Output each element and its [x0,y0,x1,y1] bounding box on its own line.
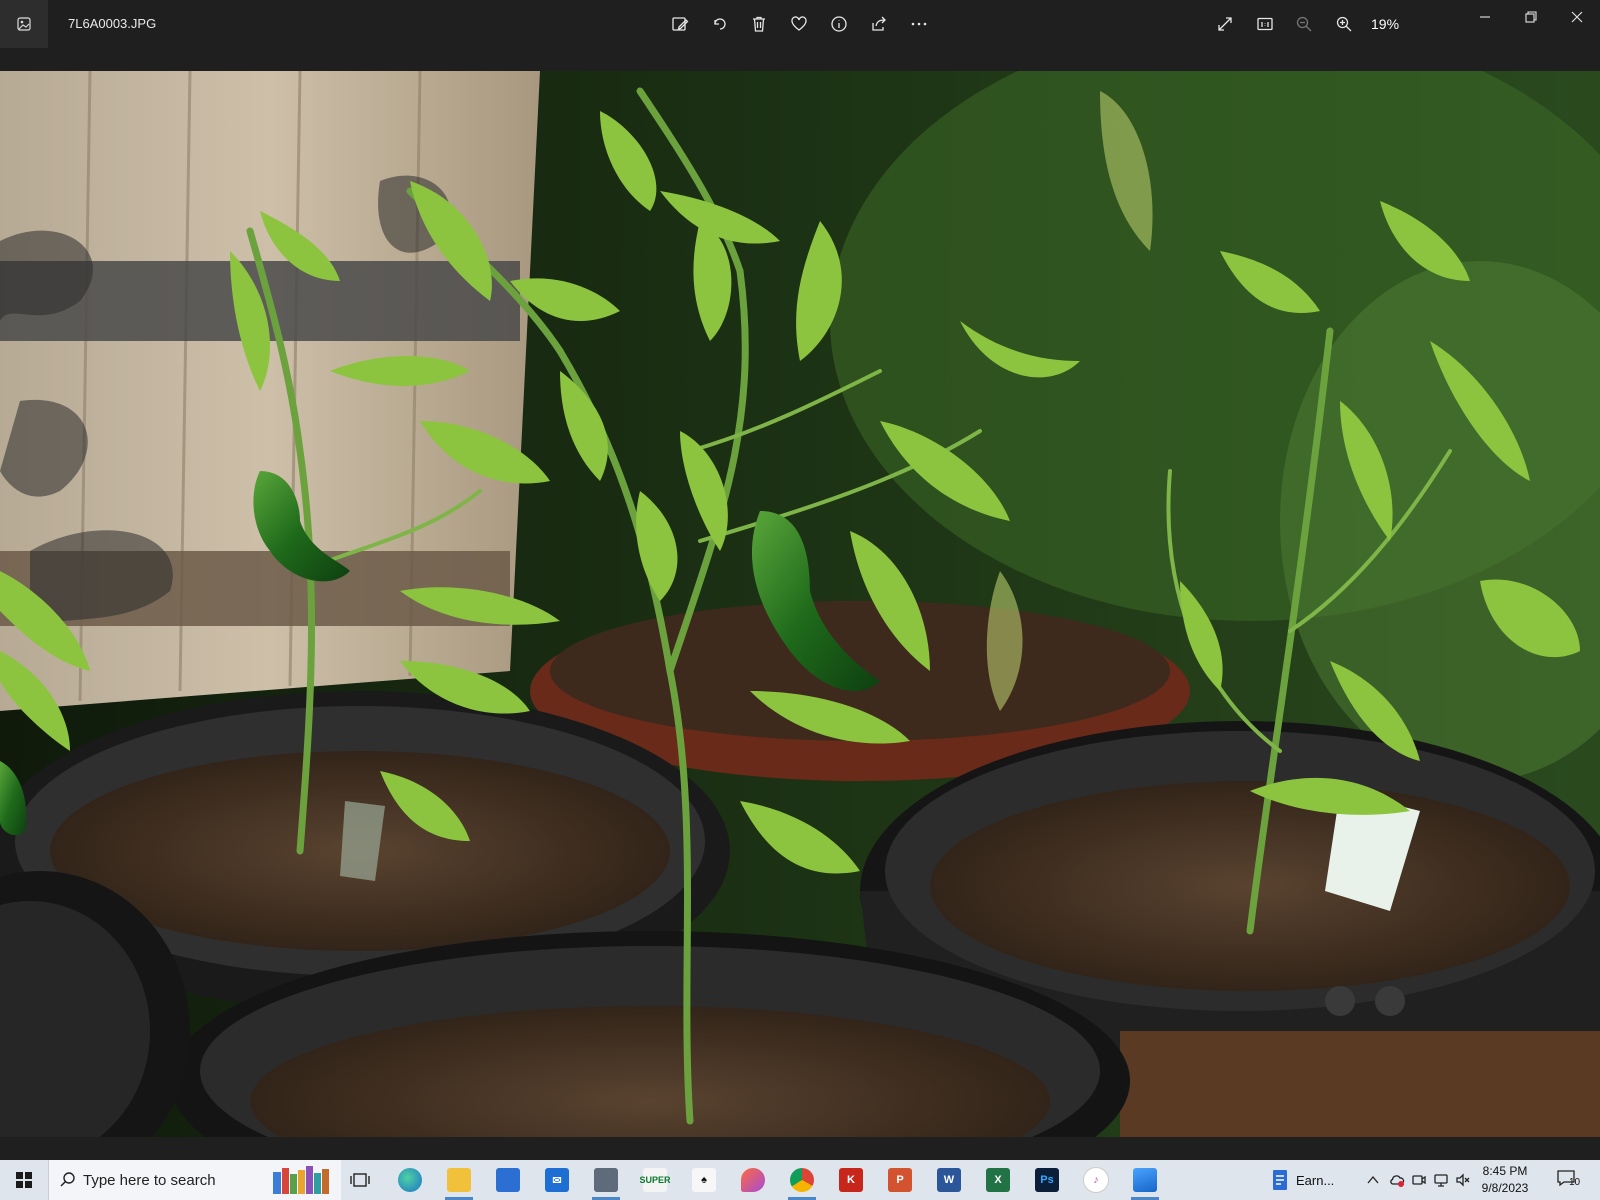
network-icon [1434,1174,1448,1187]
edge-icon [398,1168,422,1192]
info-icon [831,16,847,32]
notification-count: 10 [1569,1177,1581,1188]
restore-icon [1525,11,1537,23]
tray-network[interactable] [1432,1170,1450,1190]
search-highlight-books-icon [273,1166,329,1194]
super-app-icon: SUPER [640,1168,671,1192]
taskbar-word[interactable]: W [929,1164,969,1196]
taskbar-photos[interactable] [1125,1164,1165,1200]
volume-muted-icon [1456,1173,1470,1187]
zoom-in-icon [1336,16,1352,32]
rotate-button[interactable] [708,12,732,36]
taskbar-edge[interactable] [390,1164,430,1196]
share-button[interactable] [867,12,891,36]
clock-time: 8:45 PM [1482,1164,1528,1178]
paint-drop-icon [741,1168,765,1192]
trash-icon [753,16,765,32]
photos-icon [1133,1168,1157,1192]
photo-pepper-plants [0,71,1600,1137]
tray-onedrive-status[interactable] [1388,1170,1406,1190]
taskbar-calculator[interactable] [586,1164,626,1200]
title-bar: 7L6A0003.JPG 19% [0,0,1600,70]
document-icon [1273,1170,1287,1190]
taskbar-powerpoint[interactable]: P [880,1164,920,1196]
taskbar-solitaire[interactable]: ♠ [684,1164,724,1196]
zoom-out-button[interactable] [1292,12,1316,36]
zoom-in-button[interactable] [1332,12,1356,36]
camera-icon [1412,1175,1426,1185]
taskbar-store[interactable] [488,1164,528,1196]
taskbar-chrome[interactable] [782,1164,822,1200]
windows-logo-icon [16,1172,32,1188]
edit-image-icon [672,17,689,31]
close-button[interactable] [1554,0,1600,34]
more-icon [911,22,927,26]
tray-meet-now[interactable] [1410,1170,1428,1190]
taskbar-paint[interactable] [733,1164,773,1196]
rotate-icon [714,18,726,30]
folder-icon [447,1168,471,1192]
close-icon [1571,11,1583,23]
taskbar: Type here to search ✉ SUPER ♠ K P W X Ps… [0,1160,1600,1200]
cards-icon: ♠ [692,1168,716,1192]
restore-button[interactable] [1508,0,1554,34]
running-app-label: Earn... [1296,1172,1335,1188]
minimize-icon [1480,16,1490,18]
taskbar-search-box[interactable]: Type here to search [48,1160,341,1200]
actual-size-button[interactable] [1253,12,1277,36]
photoshop-icon: Ps [1035,1168,1059,1192]
expand-icon [1218,17,1232,31]
share-icon [872,16,886,31]
photo-bottom-strip [0,1137,1600,1160]
delete-button[interactable] [747,12,771,36]
chrome-icon [790,1168,814,1192]
taskbar-mail[interactable]: ✉ [537,1164,577,1196]
actual-size-icon [1257,17,1273,31]
show-hidden-icons-button[interactable] [1364,1170,1382,1190]
taskbar-clock[interactable]: 8:45 PM 9/8/2023 [1474,1163,1536,1197]
full-screen-button[interactable] [1213,12,1237,36]
word-icon: W [937,1168,961,1192]
see-more-button[interactable] [907,12,931,36]
taskbar-acrobat[interactable]: K [831,1164,871,1196]
clock-date: 9/8/2023 [1481,1181,1529,1195]
calculator-icon [594,1168,618,1192]
task-view-button[interactable] [340,1164,380,1196]
minimize-button[interactable] [1462,0,1508,34]
taskbar-excel[interactable]: X [978,1164,1018,1196]
tray-volume[interactable] [1454,1170,1472,1190]
powerpoint-icon: P [888,1168,912,1192]
search-placeholder: Type here to search [83,1171,216,1189]
taskbar-itunes[interactable]: ♪ [1076,1164,1116,1196]
taskbar-photoshop[interactable]: Ps [1027,1164,1067,1196]
cloud-error-icon [1390,1175,1405,1187]
task-view-icon [350,1173,370,1187]
start-button[interactable] [0,1160,48,1200]
excel-icon: X [986,1168,1010,1192]
music-note-icon: ♪ [1083,1167,1109,1193]
taskbar-super-app[interactable]: SUPER [635,1164,675,1196]
taskbar-running-app[interactable]: Earn... [1270,1164,1350,1196]
edit-image-button[interactable] [668,12,692,36]
acrobat-icon: K [839,1168,863,1192]
file-info-button[interactable] [827,12,851,36]
chevron-up-icon [1367,1175,1379,1184]
search-icon [60,1172,75,1187]
photo-canvas[interactable] [0,71,1600,1137]
file-name: 7L6A0003.JPG [68,16,157,31]
favorite-button[interactable] [787,12,811,36]
zoom-level[interactable]: 19% [1371,16,1399,32]
taskbar-file-explorer[interactable] [439,1164,479,1200]
photos-app-icon[interactable] [0,0,48,48]
action-center-button[interactable]: 10 [1556,1168,1586,1192]
store-icon [496,1168,520,1192]
mail-icon: ✉ [545,1168,569,1192]
zoom-out-icon [1296,16,1312,32]
heart-icon [791,16,807,31]
